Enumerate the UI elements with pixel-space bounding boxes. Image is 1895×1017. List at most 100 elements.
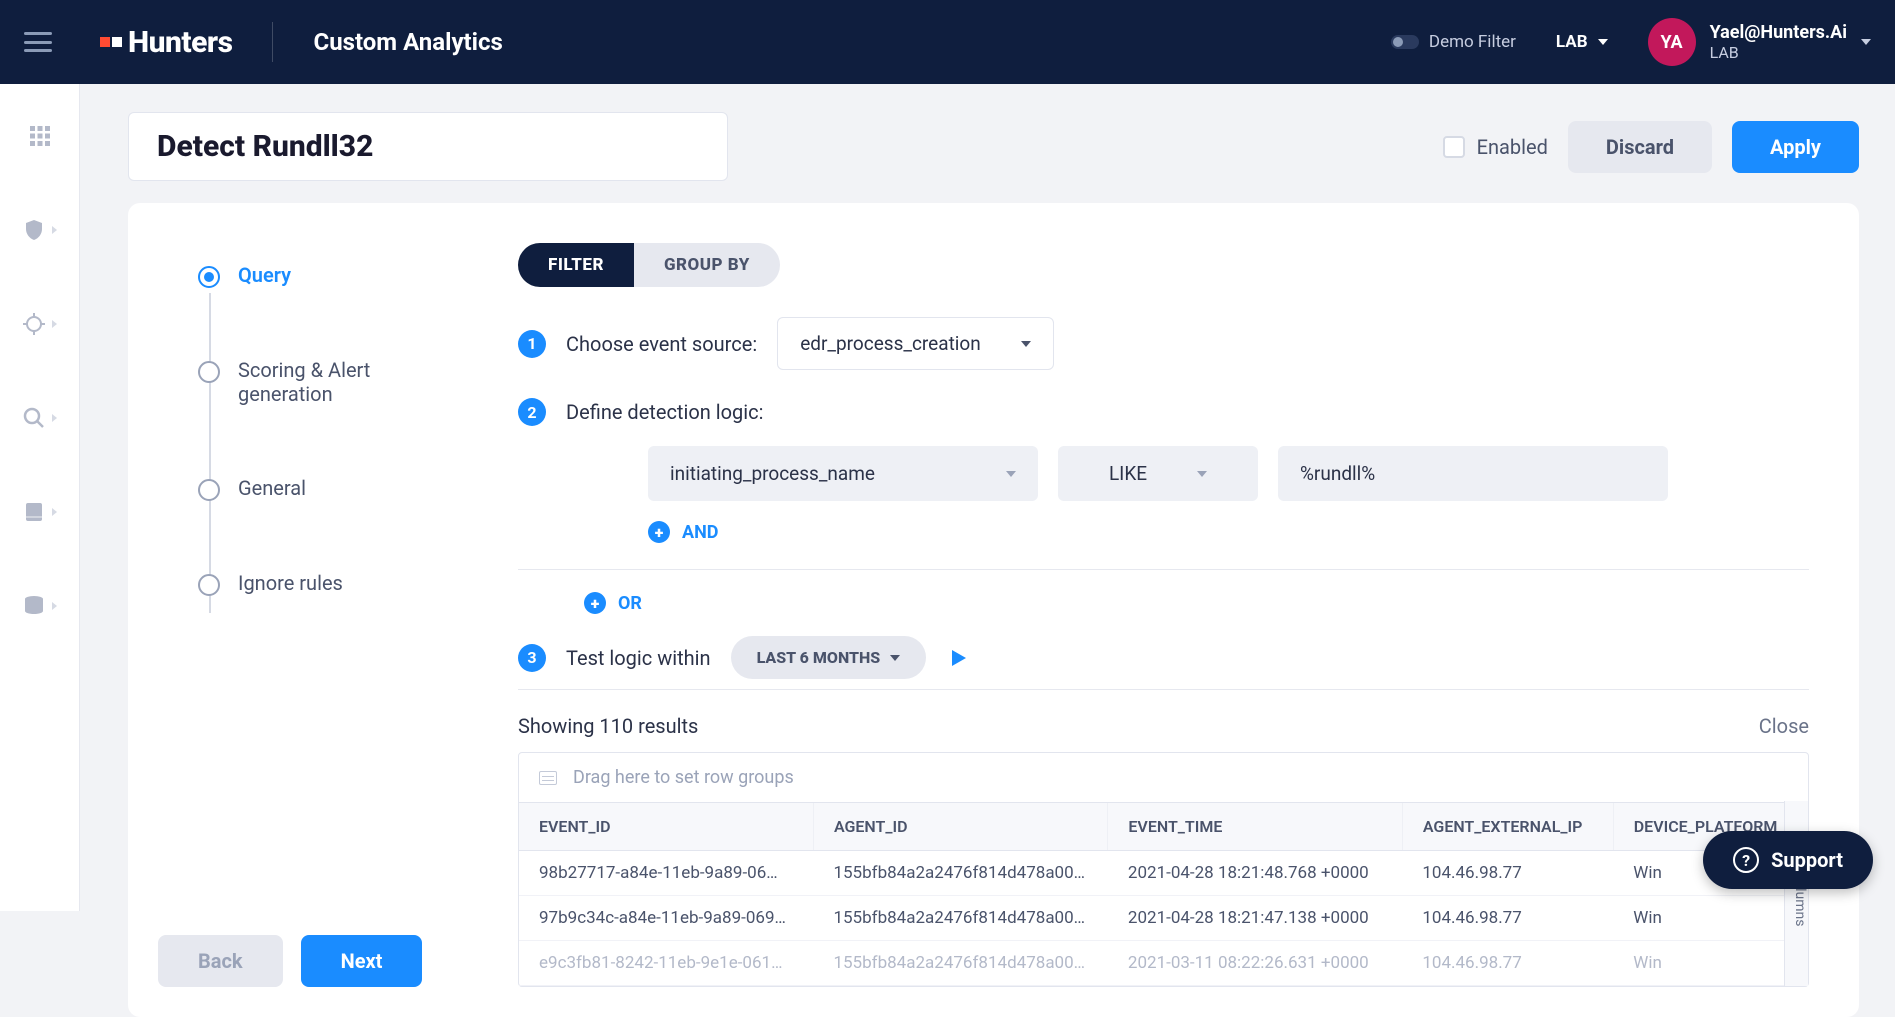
help-icon: ?: [1733, 847, 1759, 873]
section-label: Choose event source:: [566, 332, 757, 356]
cell-platform: Win: [1613, 896, 1807, 941]
divider: [272, 22, 273, 62]
step-general[interactable]: General: [198, 476, 448, 501]
section-label: Define detection logic:: [566, 400, 763, 424]
step-number-badge: 2: [518, 398, 546, 426]
next-button[interactable]: Next: [301, 935, 423, 987]
hamburger-menu-icon[interactable]: [24, 32, 52, 52]
step-query[interactable]: Query: [198, 263, 448, 288]
toggle-icon: [1391, 35, 1419, 49]
support-button[interactable]: ? Support: [1703, 831, 1873, 889]
dropdown-arrow-icon: [1021, 341, 1031, 347]
cell-event-time: 2021-04-28 18:21:48.768 +0000: [1108, 851, 1402, 896]
step-label: General: [238, 476, 306, 500]
add-and-button[interactable]: + AND: [648, 521, 1809, 543]
cell-external-ip: 104.46.98.77: [1402, 896, 1613, 941]
cell-event-id: 97b9c34c-a84e-11eb-9a89-069…: [519, 896, 813, 941]
sidebar-item-shield[interactable]: [22, 218, 57, 242]
apply-button[interactable]: Apply: [1732, 121, 1859, 173]
query-editor: FILTER GROUP BY 1 Choose event source: e…: [478, 203, 1859, 1017]
or-label: OR: [618, 593, 642, 614]
radio-active-icon: [198, 266, 220, 288]
segmented-control: FILTER GROUP BY: [518, 243, 780, 287]
enabled-label: Enabled: [1477, 135, 1548, 159]
cell-platform: Win: [1613, 941, 1807, 986]
columns-panel-toggle[interactable]: Columns: [1784, 801, 1808, 986]
chevron-down-icon: [1861, 39, 1871, 45]
cell-external-ip: 104.46.98.77: [1402, 851, 1613, 896]
radio-icon: [198, 574, 220, 596]
radio-icon: [198, 479, 220, 501]
database-icon: [22, 594, 46, 618]
back-button[interactable]: Back: [158, 935, 283, 987]
avatar: YA: [1648, 18, 1696, 66]
tab-groupby[interactable]: GROUP BY: [634, 243, 780, 287]
cell-event-time: 2021-03-11 08:22:26.631 +0000: [1108, 941, 1402, 986]
event-source-select[interactable]: edr_process_creation: [777, 317, 1054, 370]
sidebar: [0, 84, 80, 911]
step-ignore-rules[interactable]: Ignore rules: [198, 571, 448, 596]
close-results-button[interactable]: Close: [1759, 714, 1809, 738]
user-name: Yael@Hunters.Ai: [1710, 22, 1847, 43]
env-value: LAB: [1556, 32, 1588, 52]
section-event-source: 1 Choose event source: edr_process_creat…: [518, 317, 1809, 370]
analytic-title-input[interactable]: Detect Rundll32: [128, 112, 728, 181]
discard-button[interactable]: Discard: [1568, 121, 1712, 173]
column-header[interactable]: AGENT_EXTERNAL_IP: [1402, 803, 1613, 851]
demo-filter-label: Demo Filter: [1429, 32, 1516, 52]
environment-select[interactable]: LAB: [1556, 32, 1608, 52]
caret-right-icon: [52, 320, 57, 328]
demo-filter-toggle[interactable]: Demo Filter: [1391, 32, 1516, 52]
support-label: Support: [1771, 848, 1843, 872]
logo[interactable]: Hunters: [100, 25, 232, 60]
results-count: Showing 110 results: [518, 714, 698, 738]
logo-text: Hunters: [128, 25, 232, 60]
time-range-select[interactable]: LAST 6 MONTHS: [731, 636, 927, 679]
step-number-badge: 3: [518, 644, 546, 672]
chevron-down-icon: [1006, 471, 1016, 477]
logic-value: %rundll%: [1300, 462, 1375, 485]
step-number-badge: 1: [518, 330, 546, 358]
sidebar-item-search[interactable]: [22, 406, 57, 430]
and-label: AND: [682, 522, 719, 543]
caret-right-icon: [52, 602, 57, 610]
divider: [518, 689, 1809, 690]
user-env: LAB: [1710, 43, 1847, 62]
crosshair-icon: [22, 312, 46, 336]
step-scoring[interactable]: Scoring & Alert generation: [198, 358, 448, 406]
table-row[interactable]: e9c3fb81-8242-11eb-9e1e-061… 155bfb84a2a…: [519, 941, 1808, 986]
chevron-down-icon: [890, 655, 900, 661]
play-button[interactable]: [946, 646, 970, 670]
caret-right-icon: [52, 508, 57, 516]
column-header[interactable]: EVENT_ID: [519, 803, 813, 851]
section-detection-logic: 2 Define detection logic:: [518, 398, 1809, 426]
cell-event-id: e9c3fb81-8242-11eb-9e1e-061…: [519, 941, 813, 986]
table-row[interactable]: 97b9c34c-a84e-11eb-9a89-069… 155bfb84a2a…: [519, 896, 1808, 941]
cell-agent-id: 155bfb84a2a2476f814d478a00…: [813, 851, 1107, 896]
table-row[interactable]: 98b27717-a84e-11eb-9a89-06… 155bfb84a2a2…: [519, 851, 1808, 896]
plus-icon: +: [648, 521, 670, 543]
tab-filter[interactable]: FILTER: [518, 243, 634, 287]
add-or-button[interactable]: + OR: [584, 592, 1809, 614]
event-source-value: edr_process_creation: [800, 332, 981, 355]
row-group-drop-zone[interactable]: Drag here to set row groups: [519, 753, 1808, 803]
enabled-checkbox[interactable]: Enabled: [1443, 135, 1548, 159]
column-header[interactable]: AGENT_ID: [813, 803, 1107, 851]
logic-field-select[interactable]: initiating_process_name: [648, 446, 1038, 501]
step-label: Query: [238, 263, 291, 287]
column-header[interactable]: EVENT_TIME: [1108, 803, 1402, 851]
sidebar-item-apps[interactable]: [28, 124, 52, 148]
main: Detect Rundll32 Enabled Discard Apply Qu…: [80, 84, 1895, 911]
logic-value-input[interactable]: %rundll%: [1278, 446, 1668, 501]
shield-icon: [22, 218, 46, 242]
sidebar-item-book[interactable]: [22, 500, 57, 524]
chevron-down-icon: [1197, 471, 1207, 477]
sidebar-item-database[interactable]: [22, 594, 57, 618]
editor-card: Query Scoring & Alert generation General…: [128, 203, 1859, 1017]
logic-operator-select[interactable]: LIKE: [1058, 446, 1258, 501]
user-menu[interactable]: YA Yael@Hunters.Ai LAB: [1648, 18, 1871, 66]
sidebar-item-target[interactable]: [22, 312, 57, 336]
step-label: Scoring & Alert generation: [238, 358, 448, 406]
search-icon: [22, 406, 46, 430]
caret-right-icon: [52, 226, 57, 234]
